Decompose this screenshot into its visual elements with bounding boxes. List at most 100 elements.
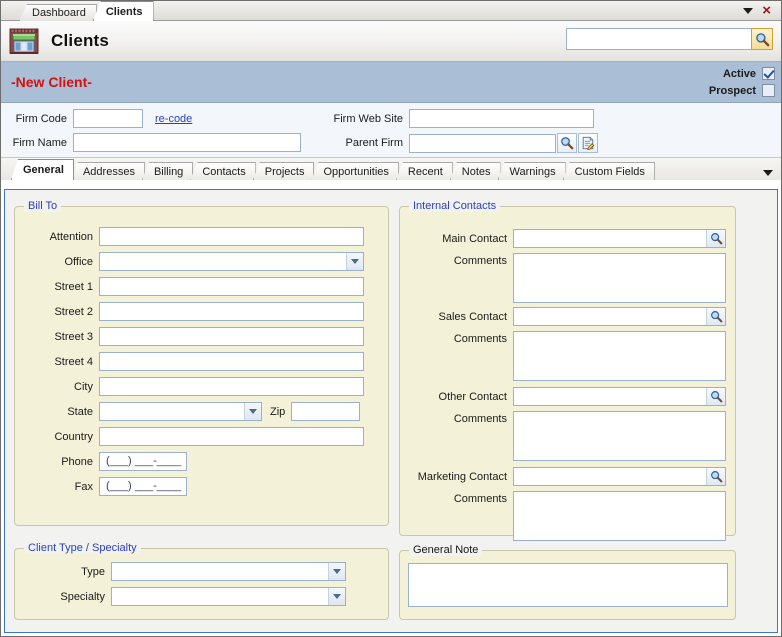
parent-firm-edit-button[interactable] (578, 133, 598, 153)
search-button[interactable] (751, 28, 773, 50)
sales-contact-row: Sales Contact (400, 307, 735, 326)
sales-contact-input[interactable] (513, 307, 726, 326)
firm-web-site-label: Firm Web Site (333, 112, 403, 125)
tab-notes-label: Notes (461, 166, 491, 178)
tab-addresses[interactable]: Addresses (70, 162, 145, 180)
zip-input[interactable] (291, 402, 361, 421)
main-contact-lookup-button[interactable] (706, 230, 725, 247)
firm-web-site-input[interactable] (409, 109, 594, 128)
specialty-select[interactable] (111, 587, 346, 606)
chevron-down-icon[interactable] (244, 403, 261, 420)
street3-input[interactable] (99, 327, 364, 346)
sales-comments-textarea[interactable] (513, 331, 726, 381)
state-label: State (67, 405, 93, 418)
marketing-contact-label: Marketing Contact (417, 470, 507, 483)
main-comments-textarea[interactable] (513, 253, 726, 303)
street1-label: Street 1 (54, 280, 93, 293)
fax-mask: (___) ___-____ (106, 480, 182, 492)
other-contact-row: Other Contact (400, 387, 735, 406)
tab-overflow-chevron-down-icon[interactable] (763, 170, 773, 176)
attention-row: Attention (15, 227, 388, 246)
window-tab-dashboard-label: Dashboard (32, 7, 86, 19)
parent-firm-lookup-button[interactable] (557, 133, 577, 153)
office-select[interactable] (99, 252, 364, 271)
street2-input[interactable] (99, 302, 364, 321)
firm-code-label: Firm Code (15, 112, 67, 125)
tab-opportunities[interactable]: Opportunities (311, 162, 399, 180)
flag-active-row: Active (709, 65, 775, 82)
tab-general[interactable]: General (11, 159, 74, 180)
city-row: City (15, 377, 388, 396)
general-tab-panel: Bill To Attention Office Street 1 Street… (4, 189, 778, 633)
global-search (566, 28, 773, 50)
tab-custom-fields[interactable]: Custom Fields (562, 162, 655, 180)
street4-input[interactable] (99, 352, 364, 371)
parent-firm-input[interactable] (409, 133, 556, 153)
flag-prospect-label: Prospect (708, 84, 756, 97)
general-note-textarea[interactable] (408, 563, 728, 607)
sales-contact-label: Sales Contact (438, 310, 507, 323)
window-controls: × (743, 1, 777, 21)
marketing-contact-row: Marketing Contact (400, 467, 735, 486)
street2-row: Street 2 (15, 302, 388, 321)
street1-input[interactable] (99, 277, 364, 296)
city-input[interactable] (99, 377, 364, 396)
internal-contacts-group: Internal Contacts Main Contact Comments (399, 200, 736, 541)
chevron-down-icon[interactable] (346, 253, 363, 270)
other-comments-label: Comments (453, 413, 507, 425)
street4-label: Street 4 (54, 355, 93, 368)
re-code-link[interactable]: re-code (155, 113, 192, 125)
firm-name-field: Firm Name (9, 133, 301, 152)
type-select[interactable] (111, 562, 346, 581)
tab-general-label: General (23, 164, 64, 176)
other-contact-lookup-button[interactable] (706, 388, 725, 405)
firm-name-label: Firm Name (12, 136, 67, 149)
record-status-band: -New Client- Active Prospect (1, 62, 781, 103)
prospect-checkbox[interactable] (762, 84, 775, 97)
bill-to-legend: Bill To (24, 200, 62, 212)
marketing-contact-input[interactable] (513, 467, 726, 486)
main-contact-input[interactable] (513, 229, 726, 248)
marketing-comments-textarea[interactable] (513, 491, 726, 541)
fax-input[interactable]: (___) ___-____ (99, 477, 187, 496)
chevron-down-icon[interactable] (743, 8, 754, 14)
search-icon (755, 32, 769, 46)
city-label: City (74, 380, 93, 393)
window-tab-clients[interactable]: Clients (92, 1, 154, 21)
client-type-legend: Client Type / Specialty (24, 542, 141, 554)
tab-projects[interactable]: Projects (252, 162, 315, 180)
attention-input[interactable] (99, 227, 364, 246)
firm-name-input[interactable] (73, 133, 301, 152)
tab-notes[interactable]: Notes (449, 162, 501, 180)
tab-warnings[interactable]: Warnings (497, 162, 566, 180)
window-tab-dashboard[interactable]: Dashboard (19, 4, 97, 21)
chevron-down-icon[interactable] (328, 588, 345, 605)
phone-input[interactable]: (___) ___-____ (99, 452, 187, 471)
main-contact-label: Main Contact (442, 232, 507, 245)
other-contact-input[interactable] (513, 387, 726, 406)
state-select[interactable] (99, 402, 262, 421)
country-input[interactable] (99, 427, 364, 446)
zip-label: Zip (270, 405, 286, 418)
tab-billing[interactable]: Billing (141, 162, 194, 180)
page-title: Clients (51, 31, 110, 50)
search-input[interactable] (566, 28, 751, 50)
sales-contact-lookup-button[interactable] (706, 308, 725, 325)
sales-comments-row: Comments (400, 331, 735, 381)
internal-contacts-legend: Internal Contacts (409, 200, 501, 212)
tab-contacts[interactable]: Contacts (190, 162, 256, 180)
tab-contacts-label: Contacts (202, 166, 246, 178)
close-icon[interactable]: × (762, 3, 771, 18)
firm-code-input[interactable] (73, 109, 143, 128)
general-note-legend: General Note (409, 544, 483, 556)
tab-recent[interactable]: Recent (395, 162, 453, 180)
client-type-specialty-group: Client Type / Specialty Type Specialty (14, 542, 389, 620)
other-comments-textarea[interactable] (513, 411, 726, 461)
type-row: Type (15, 562, 388, 581)
marketing-comments-label: Comments (453, 493, 507, 505)
street3-label: Street 3 (54, 330, 93, 343)
country-row: Country (15, 427, 388, 446)
marketing-contact-lookup-button[interactable] (706, 468, 725, 485)
chevron-down-icon[interactable] (328, 563, 345, 580)
active-checkbox[interactable] (762, 67, 775, 80)
